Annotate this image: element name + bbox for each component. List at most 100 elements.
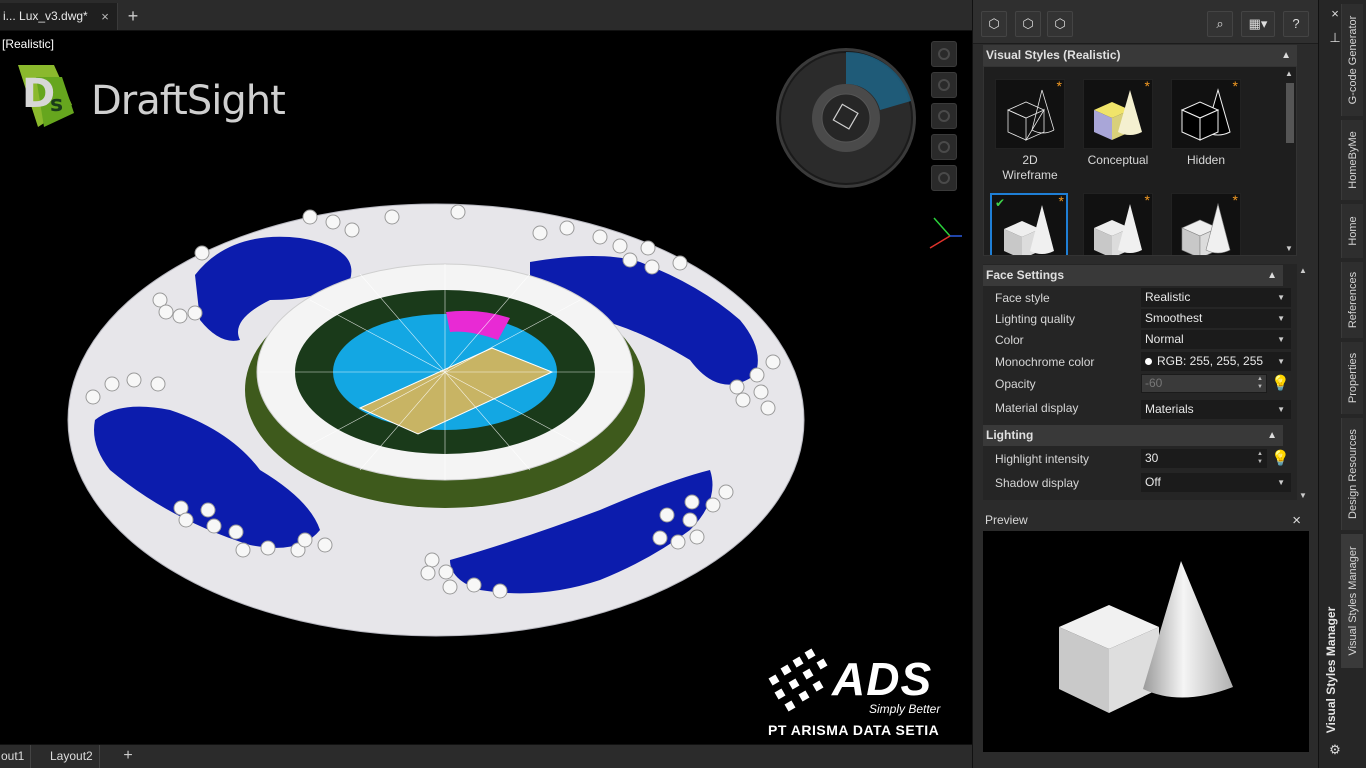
opacity-stepper[interactable]: -60 ▲ ▼ — [1141, 374, 1267, 393]
visual-styles-header[interactable]: Visual Styles (Realistic) ▲ — [983, 45, 1297, 66]
lightbulb-icon[interactable]: 💡 — [1271, 449, 1290, 469]
rotate-icon[interactable] — [931, 134, 957, 160]
highlight-intensity-stepper[interactable]: 30 ▲ ▼ — [1141, 449, 1267, 468]
collapse-icon[interactable]: ▲ — [1281, 45, 1291, 66]
shadow-display-select[interactable]: Off ▼ — [1141, 473, 1291, 492]
visual-styles-icon[interactable]: ⚙ — [1327, 742, 1343, 758]
stepper-arrows-icon[interactable]: ▲ ▼ — [1254, 375, 1266, 392]
style-tile-realistic[interactable]: ✔ * — [990, 193, 1068, 255]
view-options-icon[interactable]: ▦▾ — [1241, 11, 1275, 37]
zoom-icon[interactable] — [931, 103, 957, 129]
preview-header: Preview × — [983, 510, 1309, 531]
tab-homebyme[interactable]: HomeByMe — [1341, 120, 1363, 200]
chevron-down-icon: ▼ — [1277, 478, 1285, 487]
panel-toolbar: ⬡ ⬡ ⬡ ⌕ ▦▾ ? — [973, 0, 1319, 44]
color-swatch — [1145, 358, 1152, 365]
collapse-icon[interactable]: ▲ — [1267, 425, 1277, 446]
star-icon: * — [1056, 78, 1062, 94]
settings-icon[interactable] — [931, 165, 957, 191]
properties-scrollbar[interactable]: ▲ ▼ — [1297, 266, 1309, 500]
delete-style-icon[interactable]: ⬡ — [1047, 11, 1073, 37]
scrollbar-thumb[interactable] — [1286, 83, 1294, 143]
check-icon: ✔ — [995, 196, 1006, 210]
orbit-icon[interactable] — [931, 72, 957, 98]
document-tab[interactable]: i... Lux_v3.dwg* × — [0, 3, 118, 30]
scroll-down-icon[interactable]: ▼ — [1284, 244, 1294, 253]
apply-style-icon[interactable]: ⬡ — [1015, 11, 1041, 37]
tab-gcode-generator[interactable]: G-code Generator — [1341, 4, 1363, 116]
view-style-label[interactable]: [Realistic] — [2, 37, 54, 51]
preview-render — [1059, 561, 1233, 713]
scroll-down-icon[interactable]: ▼ — [1297, 491, 1309, 500]
lightbulb-icon[interactable]: 💡 — [1271, 374, 1290, 394]
face-style-select[interactable]: Realistic ▼ — [1141, 288, 1291, 307]
style-thumbnail-selected: ✔ * — [990, 193, 1068, 255]
search-icon[interactable]: ⌕ — [1207, 11, 1233, 37]
style-thumbnail: * — [1083, 78, 1153, 149]
stepper-arrows-icon[interactable]: ▲ ▼ — [1254, 450, 1266, 467]
close-icon[interactable]: × — [96, 3, 114, 30]
style-tile-hidden[interactable]: * Hidden — [1168, 78, 1244, 168]
svg-text:s: s — [50, 92, 63, 117]
prop-highlight-intensity: Highlight intensity 30 ▲ ▼ 💡 — [983, 449, 1290, 470]
help-button[interactable]: ? — [1283, 11, 1309, 37]
style-tile-shaded[interactable]: * — [1080, 192, 1156, 255]
prop-material-display: Material display Materials ▼ — [983, 398, 1291, 419]
material-display-select[interactable]: Materials ▼ — [1141, 400, 1291, 419]
lighting-header[interactable]: Lighting ▲ — [983, 425, 1283, 446]
navigation-tool-column — [931, 41, 961, 196]
tab-design-resources[interactable]: Design Resources — [1341, 418, 1363, 530]
lighting-quality-select[interactable]: Smoothest ▼ — [1141, 309, 1291, 328]
tab-home[interactable]: Home — [1341, 204, 1363, 258]
prop-label: Material display — [995, 401, 1079, 415]
style-properties: Face Settings ▲ Face style Realistic ▼ Li… — [983, 264, 1297, 500]
visual-styles-title: Visual Styles (Realistic) — [986, 48, 1121, 62]
tab-properties[interactable]: Properties — [1341, 342, 1363, 414]
monochrome-color-select[interactable]: RGB: 255, 255, 255 ▼ — [1141, 352, 1291, 371]
prop-label: Color — [995, 333, 1024, 347]
prop-monochrome-color: Monochrome color RGB: 255, 255, 255 ▼ — [983, 352, 1291, 373]
tab-references[interactable]: References — [1341, 262, 1363, 338]
star-icon: * — [1144, 192, 1150, 208]
star-icon: * — [1058, 193, 1064, 209]
close-icon[interactable]: × — [1292, 510, 1301, 531]
add-tab-button[interactable]: + — [122, 5, 144, 27]
view-navigation-wheel[interactable] — [776, 48, 916, 188]
axis-gizmo — [929, 217, 962, 249]
prop-label: Highlight intensity — [995, 452, 1090, 466]
style-label: Hidden — [1186, 153, 1226, 167]
color-select[interactable]: Normal ▼ — [1141, 330, 1291, 349]
add-layout-button[interactable]: + — [118, 745, 138, 767]
gallery-scrollbar[interactable]: ▲ ▼ — [1284, 69, 1294, 253]
collapse-icon[interactable]: ▲ — [1267, 265, 1277, 286]
ads-watermark-text: ADS — [832, 653, 933, 705]
stadium-model-viewport[interactable] — [0, 32, 972, 744]
face-settings-title: Face Settings — [986, 268, 1065, 282]
preview-pane: Preview × — [983, 510, 1309, 752]
scroll-up-icon[interactable]: ▲ — [1284, 69, 1294, 78]
style-thumbnail: * — [1171, 78, 1241, 149]
prop-color: Color Normal ▼ — [983, 330, 1291, 351]
prop-opacity: Opacity -60 ▲ ▼ 💡 — [983, 374, 1290, 395]
drawing-area[interactable]: i... Lux_v3.dwg* × + [Realistic] D s Dra… — [0, 0, 972, 768]
star-icon: * — [1144, 78, 1150, 94]
pan-icon[interactable] — [931, 41, 957, 67]
chevron-down-icon: ▼ — [1277, 293, 1285, 302]
prop-label: Shadow display — [995, 476, 1080, 490]
scroll-up-icon[interactable]: ▲ — [1297, 266, 1309, 275]
lighting-title: Lighting — [986, 428, 1034, 442]
style-thumbnail: * — [995, 78, 1065, 149]
new-style-icon[interactable]: ⬡ — [981, 11, 1007, 37]
prop-label: Lighting quality — [995, 312, 1076, 326]
tab-visual-styles-manager[interactable]: Visual Styles Manager — [1341, 534, 1363, 668]
style-tile-shaded-with-edges[interactable]: * — [1168, 192, 1244, 255]
style-tile-conceptual[interactable]: * Conceptual — [1080, 78, 1156, 168]
document-tab-bar: i... Lux_v3.dwg* × + — [0, 0, 972, 31]
style-thumbnail: * — [1171, 192, 1241, 255]
tab-layout1[interactable]: out1 — [0, 745, 32, 768]
style-label: Conceptual — [1087, 153, 1149, 167]
style-tile-2d-wireframe[interactable]: * 2D Wireframe — [992, 78, 1068, 183]
face-settings-header[interactable]: Face Settings ▲ — [983, 265, 1283, 286]
tab-layout2[interactable]: Layout2 — [44, 745, 100, 768]
document-tab-prefix: i... — [3, 9, 16, 23]
